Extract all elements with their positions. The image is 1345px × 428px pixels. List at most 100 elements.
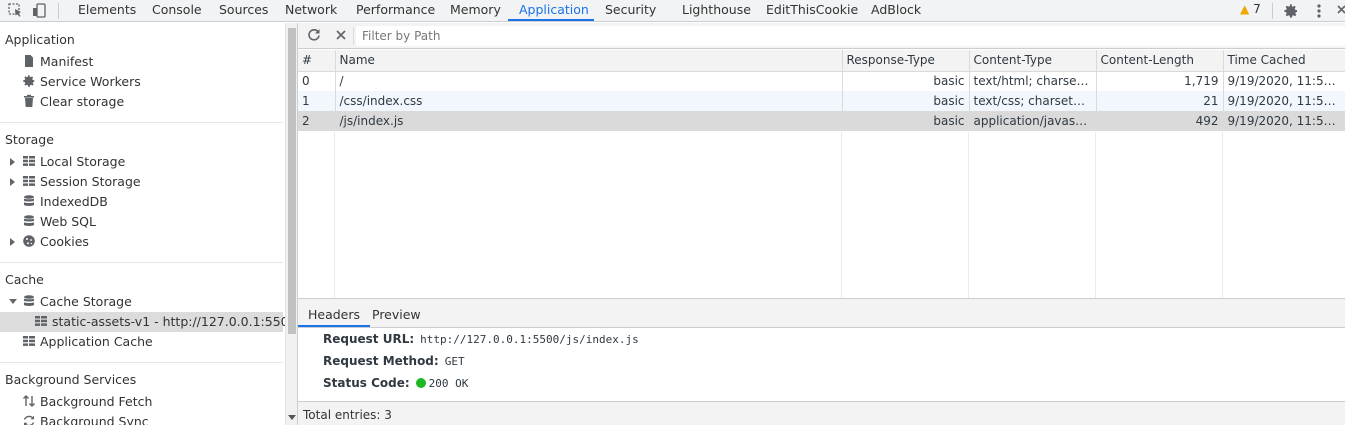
sidebar-item-cache-storage[interactable]: Cache Storage xyxy=(22,292,132,312)
scroll-down-arrow-icon[interactable] xyxy=(288,415,296,420)
device-toolbar-icon[interactable] xyxy=(32,3,47,21)
sidebar-item-label: Web SQL xyxy=(40,214,96,229)
cell-content-length: 21 xyxy=(1096,91,1224,111)
column-header-name[interactable]: Name xyxy=(335,50,843,72)
up-down-arrows-icon xyxy=(22,394,36,408)
sidebar-item-service-workers[interactable]: Service Workers xyxy=(22,72,141,92)
cell-name: / xyxy=(335,71,843,91)
tab-performance[interactable]: Performance xyxy=(356,0,435,22)
sidebar-scrollbar[interactable] xyxy=(285,23,297,425)
tab-console[interactable]: Console xyxy=(152,0,202,22)
devtools-toolbar: Elements Console Sources Network Perform… xyxy=(0,0,1345,22)
request-method-label: Request Method: xyxy=(323,354,439,368)
kebab-menu-icon[interactable] xyxy=(1314,3,1324,22)
cell-content-type: application/javascript; charset=UTF-8 xyxy=(969,111,1097,131)
sidebar-item-label: Background Fetch xyxy=(40,394,153,409)
cell-content-type: text/css; charset=UTF-8 xyxy=(969,91,1097,111)
delete-selected-icon[interactable] xyxy=(335,29,347,44)
sidebar-item-label: Session Storage xyxy=(40,174,141,189)
cell-index: 0 xyxy=(298,71,336,91)
sidebar-item-application-cache[interactable]: Application Cache xyxy=(22,332,153,352)
sidebar-item-cookies[interactable]: Cookies xyxy=(22,232,89,252)
table-row-selected[interactable]: 2 /js/index.js basic application/javascr… xyxy=(298,111,1345,131)
sidebar-item-clear-storage[interactable]: Clear storage xyxy=(22,92,124,112)
request-url-value: http://127.0.0.1:5500/js/index.js xyxy=(420,333,639,346)
tab-preview[interactable]: Preview xyxy=(372,303,421,327)
column-divider xyxy=(968,132,969,298)
sidebar-item-local-storage[interactable]: Local Storage xyxy=(22,152,125,172)
cell-content-length: 492 xyxy=(1096,111,1224,131)
sidebar-item-label: static-assets-v1 - http://127.0.0.1:5500 xyxy=(52,314,285,329)
cache-toolbar xyxy=(298,23,1345,49)
tab-security[interactable]: Security xyxy=(605,0,656,22)
grid-icon xyxy=(34,314,48,328)
collapse-arrow-icon[interactable] xyxy=(9,299,17,304)
cell-index: 1 xyxy=(298,91,336,111)
cell-response-type: basic xyxy=(842,71,970,91)
section-title-cache: Cache xyxy=(5,272,44,287)
cell-name: /css/index.css xyxy=(335,91,843,111)
gear-icon xyxy=(22,74,36,88)
tab-editthiscookie[interactable]: EditThisCookie xyxy=(766,0,858,22)
section-divider xyxy=(0,122,283,123)
cell-name: /js/index.js xyxy=(335,111,843,131)
tab-headers[interactable]: Headers xyxy=(298,303,371,327)
toolbar-separator xyxy=(1272,3,1273,19)
refresh-icon[interactable] xyxy=(307,28,321,45)
column-header-content-type[interactable]: Content-Type xyxy=(969,50,1097,72)
sidebar-item-label: IndexedDB xyxy=(40,194,108,209)
tab-network[interactable]: Network xyxy=(285,0,337,22)
tab-memory[interactable]: Memory xyxy=(450,0,501,22)
status-code-label: Status Code: xyxy=(323,376,410,390)
inspect-element-icon[interactable] xyxy=(8,3,23,21)
scrollbar-thumb[interactable] xyxy=(288,28,296,334)
sidebar-item-indexeddb[interactable]: IndexedDB xyxy=(22,192,108,212)
sidebar-item-manifest[interactable]: Manifest xyxy=(22,52,93,72)
database-icon xyxy=(22,214,36,228)
tab-elements[interactable]: Elements xyxy=(78,0,136,22)
tab-adblock[interactable]: AdBlock xyxy=(871,0,921,22)
expand-arrow-icon[interactable] xyxy=(10,238,15,246)
table-row[interactable]: 1 /css/index.css basic text/css; charset… xyxy=(298,91,1345,111)
status-code-value: 200 OK xyxy=(428,377,469,390)
sidebar-item-web-sql[interactable]: Web SQL xyxy=(22,212,96,232)
entry-detail-tabs: Headers Preview xyxy=(298,303,1345,328)
grid-icon xyxy=(22,174,36,188)
section-title-storage: Storage xyxy=(5,132,54,147)
section-divider xyxy=(0,362,283,363)
section-divider xyxy=(0,262,283,263)
sidebar-item-background-sync[interactable]: Background Sync xyxy=(22,412,149,425)
column-header-time-cached[interactable]: Time Cached xyxy=(1223,50,1345,72)
column-header-content-length[interactable]: Content-Length xyxy=(1096,50,1224,72)
gear-icon[interactable] xyxy=(1283,3,1299,22)
sidebar-item-label: Cache Storage xyxy=(40,294,132,309)
toolbar-separator xyxy=(58,3,59,19)
active-tab-indicator xyxy=(508,19,594,21)
tab-lighthouse[interactable]: Lighthouse xyxy=(682,0,751,22)
sidebar-item-background-fetch[interactable]: Background Fetch xyxy=(22,392,152,412)
sidebar-item-session-storage[interactable]: Session Storage xyxy=(22,172,141,192)
cell-time-cached: 9/19/2020, 11:55:35 AM xyxy=(1223,111,1345,131)
close-icon[interactable] xyxy=(1336,3,1345,20)
column-header-response-type[interactable]: Response-Type xyxy=(842,50,970,72)
section-title-background-services: Background Services xyxy=(5,372,137,387)
expand-arrow-icon[interactable] xyxy=(10,178,15,186)
cell-time-cached: 9/19/2020, 11:55:35 AM xyxy=(1223,91,1345,111)
request-method-value: GET xyxy=(444,355,465,368)
column-header-index[interactable]: # xyxy=(298,50,336,72)
cell-content-type: text/html; charset=UTF-8 xyxy=(969,71,1097,91)
column-divider xyxy=(1222,132,1223,298)
cell-content-length: 1,719 xyxy=(1096,71,1224,91)
cell-response-type: basic xyxy=(842,111,970,131)
table-row[interactable]: 0 / basic text/html; charset=UTF-8 1,719… xyxy=(298,71,1345,91)
sidebar-item-static-assets-cache[interactable]: static-assets-v1 - http://127.0.0.1:5500 xyxy=(0,312,285,332)
toolbar-separator xyxy=(353,27,354,45)
warnings-counter[interactable]: ▲ 7 xyxy=(1240,2,1261,16)
expand-arrow-icon[interactable] xyxy=(10,158,15,166)
tab-sources[interactable]: Sources xyxy=(219,0,268,22)
total-entries-footer: Total entries: 3 xyxy=(298,401,1345,425)
filter-by-path-input[interactable] xyxy=(356,26,1345,46)
column-divider xyxy=(334,132,335,298)
request-url-row: Request URL: http://127.0.0.1:5500/js/ind… xyxy=(323,332,639,346)
cell-response-type: basic xyxy=(842,91,970,111)
